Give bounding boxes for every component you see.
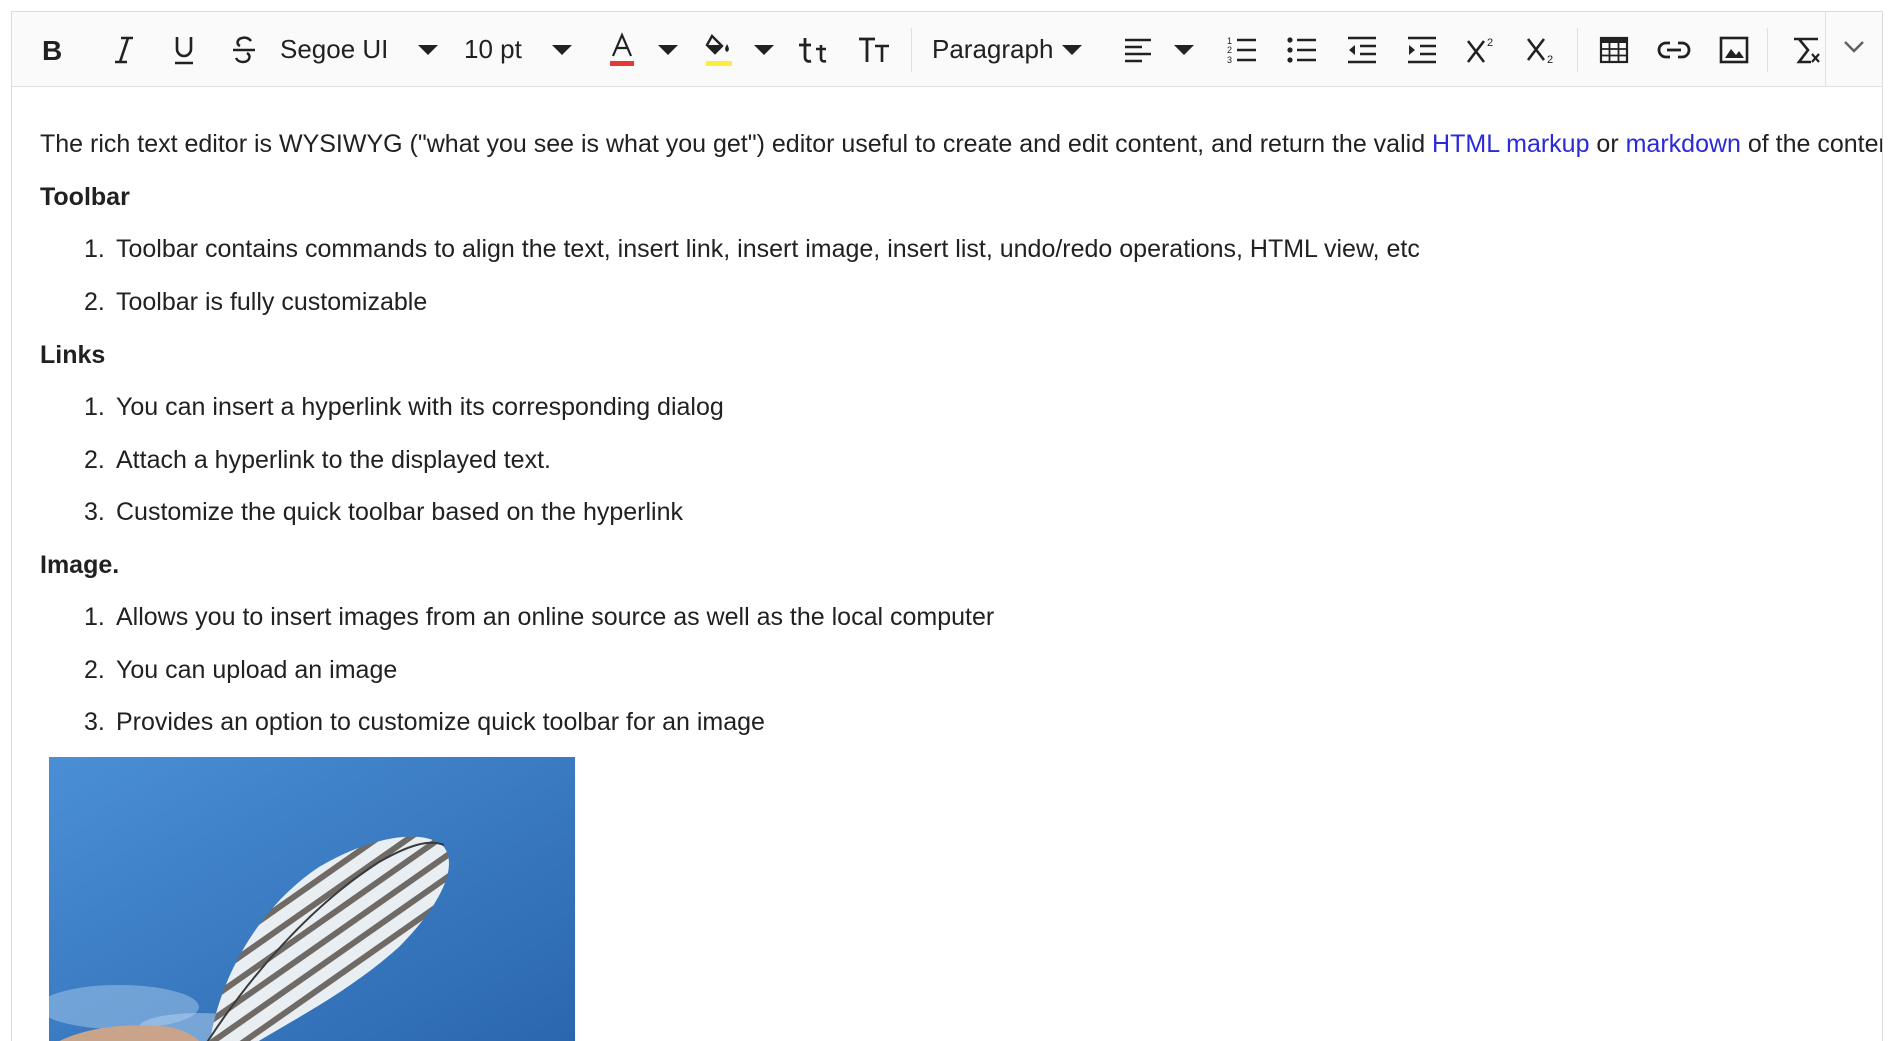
background-color-icon	[704, 32, 734, 68]
list-number: 2.	[84, 288, 105, 316]
intro-text-mid: or	[1589, 130, 1626, 158]
alignment-dropdown[interactable]	[1124, 12, 1194, 87]
underline-icon	[171, 34, 197, 66]
svg-text:3: 3	[1227, 55, 1232, 65]
list-number: 1.	[84, 235, 105, 263]
svg-text:2: 2	[1547, 54, 1553, 65]
unordered-list-button[interactable]	[1284, 12, 1320, 87]
font-name-dropdown[interactable]: Segoe UI	[280, 12, 438, 87]
subscript-button[interactable]: 2	[1524, 12, 1560, 87]
superscript-button[interactable]: 2	[1464, 12, 1500, 87]
list-number: 2.	[84, 446, 105, 474]
bold-icon: B	[39, 36, 65, 64]
list-item-text: Toolbar contains commands to align the t…	[116, 235, 1420, 263]
toolbar-separator	[1577, 28, 1578, 72]
font-name-value: Segoe UI	[280, 34, 389, 64]
expand-chevron-icon	[1843, 40, 1865, 59]
format-value: Paragraph	[932, 34, 1054, 64]
outdent-button[interactable]	[1344, 12, 1380, 87]
heading-image: Image.	[40, 551, 120, 579]
list-number: 3.	[84, 708, 105, 736]
list-item-text: Attach a hyperlink to the displayed text…	[116, 446, 551, 474]
svg-text:2: 2	[1227, 45, 1232, 55]
italic-button[interactable]	[106, 12, 142, 87]
superscript-icon: 2	[1466, 35, 1498, 65]
chevron-down-icon	[658, 44, 678, 55]
background-color-button[interactable]	[704, 12, 774, 87]
chevron-down-icon	[552, 44, 572, 55]
intro-text-before: The rich text editor is WYSIWYG ("what y…	[40, 130, 1433, 158]
font-size-value: 10 pt	[464, 34, 522, 64]
intro-text-after: of the content	[1747, 130, 1882, 158]
list-item: 1. You can insert a hyperlink with its co…	[84, 392, 724, 422]
table-icon	[1599, 36, 1629, 64]
list-number: 2.	[84, 656, 105, 684]
strikethrough-icon	[230, 35, 258, 65]
list-item-text: Provides an option to customize quick to…	[116, 708, 765, 736]
svg-text:B: B	[42, 36, 62, 64]
html-markup-link[interactable]: HTML markup	[1432, 130, 1589, 158]
insert-table-button[interactable]	[1596, 12, 1632, 87]
unordered-list-icon	[1287, 36, 1317, 64]
list-item: 1. Allows you to insert images from an on…	[84, 602, 994, 632]
lowercase-button[interactable]	[796, 12, 832, 87]
toolbar-separator	[1767, 28, 1768, 72]
image-icon	[1719, 36, 1749, 64]
format-dropdown[interactable]: Paragraph	[932, 12, 1082, 87]
list-item-text: You can insert a hyperlink with its corr…	[116, 393, 724, 421]
toolbar-expand-button[interactable]	[1825, 12, 1882, 86]
font-color-button[interactable]	[608, 12, 678, 87]
uppercase-button[interactable]	[856, 12, 892, 87]
underline-button[interactable]	[166, 12, 202, 87]
align-left-icon	[1124, 37, 1152, 63]
italic-icon	[111, 35, 137, 65]
font-color-icon	[608, 31, 636, 68]
link-icon	[1657, 40, 1691, 60]
uppercase-icon	[857, 35, 891, 65]
rich-text-editor: B Segoe UI 10 pt Paragraph 1 2 3 2 2 The…	[11, 11, 1883, 1041]
svg-text:2: 2	[1487, 37, 1493, 49]
intro-paragraph: The rich text editor is WYSIWYG ("what y…	[40, 129, 1882, 159]
subscript-icon: 2	[1526, 35, 1558, 65]
list-item: 1. Toolbar contains commands to align the…	[84, 234, 1420, 264]
heading-links: Links	[40, 341, 106, 369]
outdent-icon	[1347, 36, 1377, 64]
list-number: 3.	[84, 498, 105, 526]
indent-button[interactable]	[1404, 12, 1440, 87]
list-item-text: You can upload an image	[116, 656, 398, 684]
list-number: 1.	[84, 603, 105, 631]
list-number: 1.	[84, 393, 105, 421]
editor-content[interactable]: The rich text editor is WYSIWYG ("what y…	[12, 87, 1882, 1041]
clear-format-icon	[1791, 35, 1821, 65]
insert-image-button[interactable]	[1716, 12, 1752, 87]
insert-link-button[interactable]	[1656, 12, 1692, 87]
font-size-dropdown[interactable]: 10 pt	[464, 12, 572, 87]
chevron-down-icon	[754, 44, 774, 55]
list-item: 3. Provides an option to customize quick …	[84, 707, 765, 737]
ordered-list-icon: 123	[1227, 35, 1257, 65]
lowercase-icon	[797, 35, 831, 65]
feather-image[interactable]	[49, 757, 575, 1041]
bold-button[interactable]: B	[34, 12, 70, 87]
list-item: 3. Customize the quick toolbar based on t…	[84, 497, 683, 527]
list-item-text: Customize the quick toolbar based on the…	[116, 498, 683, 526]
indent-icon	[1407, 36, 1437, 64]
list-item: 2. Toolbar is fully customizable	[84, 287, 427, 317]
markdown-link[interactable]: markdown	[1626, 130, 1741, 158]
list-item: 2. You can upload an image	[84, 655, 397, 685]
editor-toolbar: B Segoe UI 10 pt Paragraph 1 2 3 2 2	[12, 12, 1882, 87]
toolbar-separator	[911, 28, 912, 72]
chevron-down-icon	[1174, 44, 1194, 55]
chevron-down-icon	[418, 44, 438, 55]
heading-toolbar: Toolbar	[40, 183, 130, 211]
chevron-down-icon	[1062, 44, 1082, 55]
list-item-text: Allows you to insert images from an onli…	[116, 603, 995, 631]
strikethrough-button[interactable]	[226, 12, 262, 87]
list-item-text: Toolbar is fully customizable	[116, 288, 428, 316]
clear-format-button[interactable]	[1788, 12, 1824, 87]
ordered-list-button[interactable]: 123	[1224, 12, 1260, 87]
list-item: 2. Attach a hyperlink to the displayed te…	[84, 445, 551, 475]
